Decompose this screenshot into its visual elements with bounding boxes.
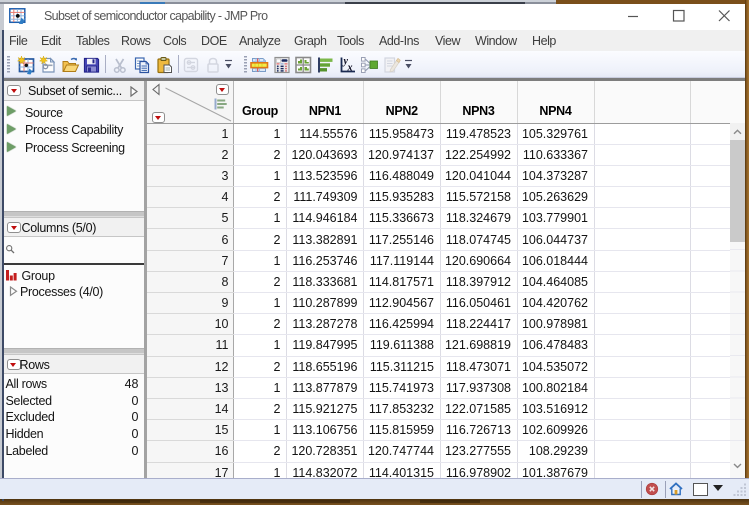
svg-text:x: x <box>347 62 353 73</box>
